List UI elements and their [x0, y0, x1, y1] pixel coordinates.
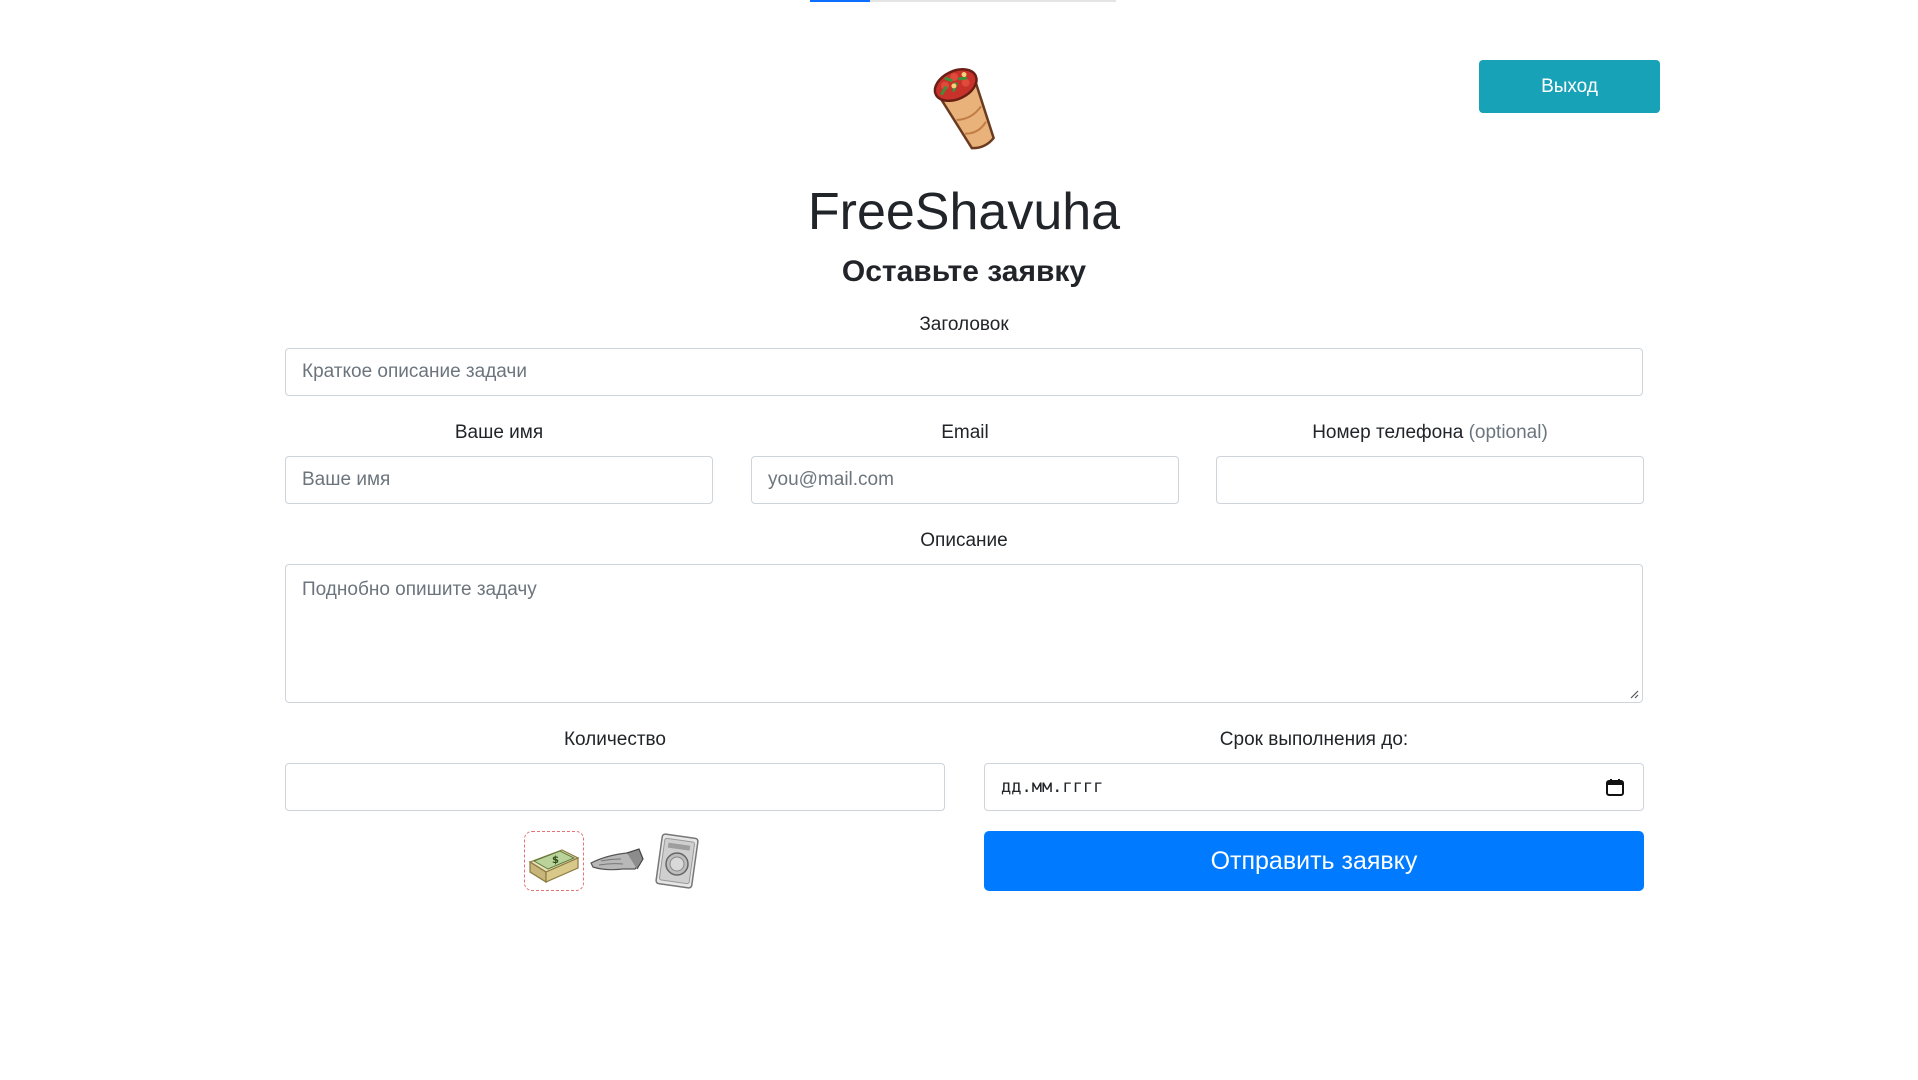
payment-option-cash[interactable]: $	[524, 831, 584, 891]
svg-text:$: $	[552, 855, 559, 866]
payment-option-coin[interactable]	[646, 831, 706, 891]
quantity-input[interactable]	[285, 763, 945, 811]
email-input[interactable]: you@mail.com	[751, 456, 1179, 504]
submit-request-button[interactable]: Отправить заявку	[984, 831, 1644, 891]
phone-label: Номер телефона (optional)	[1216, 421, 1644, 445]
description-textarea[interactable]: Поднобно опишите задачу	[285, 564, 1643, 703]
email-label: Email	[941, 422, 989, 443]
title-label: Заголовок	[919, 314, 1009, 335]
name-placeholder: Ваше имя	[302, 469, 391, 490]
page: Выход FreeShavuha Оставьте заявку Заголо…	[0, 0, 1918, 1080]
deadline-date-input[interactable]: дд.мм.гггг	[984, 763, 1644, 811]
description-label: Описание	[920, 530, 1008, 551]
email-placeholder: you@mail.com	[768, 469, 894, 490]
shawarma-logo-icon	[915, 55, 1015, 155]
page-subtitle: Оставьте заявку	[841, 255, 1087, 288]
deadline-label: Срок выполнения до:	[1219, 729, 1409, 750]
deadline-placeholder: дд.мм.гггг	[1001, 777, 1104, 797]
quantity-label: Количество	[563, 729, 667, 750]
calendar-icon[interactable]	[1605, 777, 1625, 797]
phone-input[interactable]	[1216, 456, 1644, 504]
name-input[interactable]: Ваше имя	[285, 456, 713, 504]
title-input[interactable]: Краткое описание задачи	[285, 348, 1643, 396]
logout-button[interactable]: Выход	[1479, 60, 1660, 113]
cash-money-icon: $	[528, 849, 580, 884]
title-placeholder: Краткое описание задачи	[302, 361, 527, 382]
name-label: Ваше имя	[454, 422, 544, 443]
brand-title: FreeShavuha	[807, 183, 1121, 241]
phone-label-text: Номер телефона	[1312, 422, 1464, 443]
top-progress-line	[810, 0, 1116, 2]
top-progress-fill	[810, 0, 870, 2]
phone-optional-text: (optional)	[1468, 422, 1548, 443]
description-placeholder: Поднобно опишите задачу	[302, 579, 537, 600]
resize-grip-icon[interactable]	[1629, 689, 1639, 699]
silver-coin-icon	[655, 833, 699, 889]
payment-option-shawarma[interactable]	[586, 831, 646, 891]
shawarma-roll-icon	[590, 848, 644, 871]
